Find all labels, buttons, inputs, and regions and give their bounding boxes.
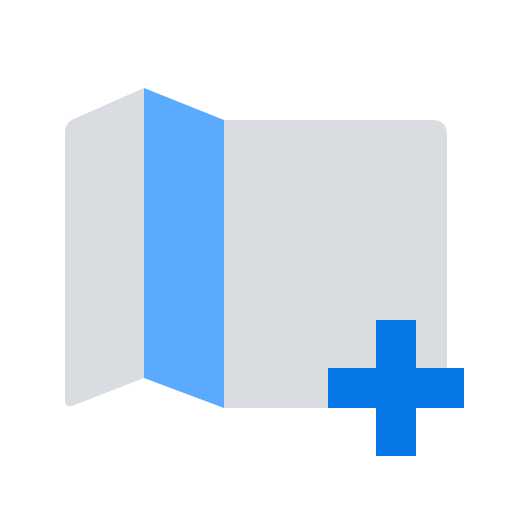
plus-horizontal-bar [328,368,464,408]
map-left-panel [65,88,144,407]
icon-canvas [0,0,512,512]
map-middle-fold [144,88,224,408]
add-map-icon[interactable] [0,0,512,512]
